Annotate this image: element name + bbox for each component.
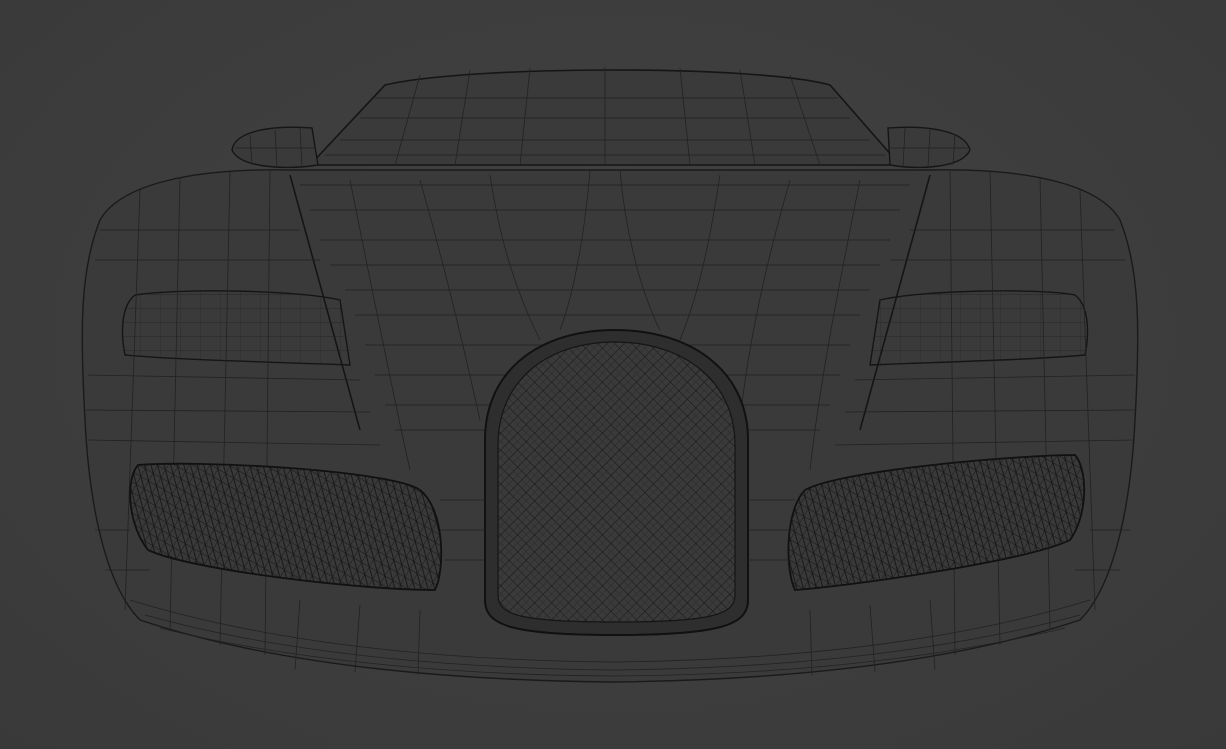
front-grille (484, 328, 749, 637)
windshield (308, 67, 902, 166)
left-mirror (231, 126, 319, 169)
right-headlight (869, 290, 1089, 366)
right-mirror (887, 126, 971, 169)
3d-viewport[interactable] (0, 0, 1226, 749)
left-headlight (121, 290, 351, 366)
car-wireframe-model[interactable] (0, 0, 1226, 749)
